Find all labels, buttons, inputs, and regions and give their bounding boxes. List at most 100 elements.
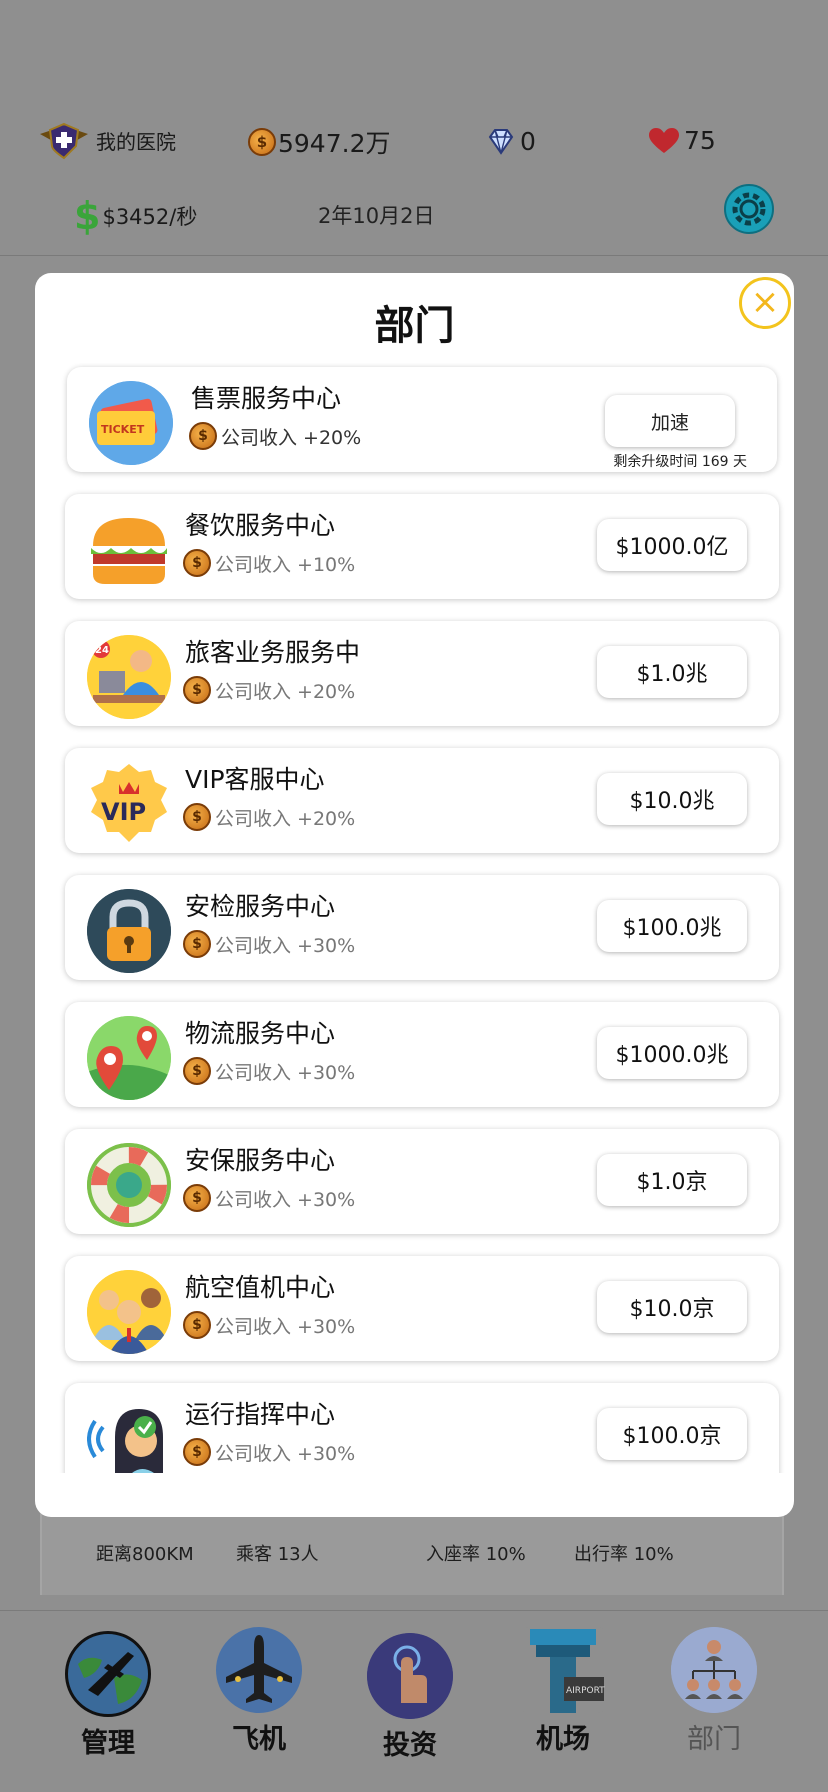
- diamond-icon: [488, 129, 514, 155]
- department-income-text: 公司收入 +30%: [215, 934, 356, 957]
- coin-icon: $: [183, 1311, 211, 1339]
- settings-button[interactable]: [724, 184, 774, 234]
- nav-airplane[interactable]: 飞机: [199, 1627, 319, 1756]
- department-income: $ 公司收入 +20%: [189, 422, 361, 450]
- department-list[interactable]: TICKET 售票服务中心 $ 公司收入 +20% 加速 剩余升级时间 169 …: [35, 363, 794, 1473]
- department-income: $ 公司收入 +10%: [183, 549, 355, 577]
- income-rate-text: $3452/秒: [102, 205, 198, 229]
- customer-service-icon: 24: [87, 635, 171, 719]
- nav-invest[interactable]: 投资: [350, 1633, 470, 1762]
- heart-amount: 75: [684, 126, 716, 155]
- coin-icon: $: [189, 422, 217, 450]
- department-card-passenger: 24 旅客业务服务中 $ 公司收入 +20% $1.0兆: [65, 621, 779, 726]
- department-card-guard: 安保服务中心 $ 公司收入 +30% $1.0京: [65, 1129, 779, 1234]
- speed-up-button[interactable]: 加速: [605, 395, 735, 447]
- padlock-icon: [87, 889, 171, 973]
- org-chart-icon: [671, 1627, 757, 1713]
- route-travel-rate: 出行率 10%: [574, 1544, 674, 1565]
- control-tower-icon: AIRPORT: [520, 1627, 606, 1713]
- map-pin-icon: [87, 1016, 171, 1100]
- vip-badge-icon: VIP: [87, 762, 171, 846]
- purchase-price-button[interactable]: $10.0兆: [597, 773, 747, 825]
- nav-airport[interactable]: AIRPORT 机场: [503, 1627, 623, 1756]
- airplane-icon: [216, 1627, 302, 1713]
- game-date: 2年10月2日: [318, 200, 434, 230]
- purchase-price-button[interactable]: $1.0京: [597, 1154, 747, 1206]
- nav-departments[interactable]: 部门: [654, 1627, 774, 1756]
- upgrade-remaining-time: 剩余升级时间 169 天: [613, 454, 747, 470]
- nav-management[interactable]: 管理: [48, 1631, 168, 1760]
- coin-icon: $: [183, 1184, 211, 1212]
- department-income-text: 公司收入 +30%: [215, 1061, 356, 1084]
- coin-icon: $: [183, 1057, 211, 1085]
- diamond-amount: 0: [520, 126, 536, 156]
- coin-icon: $: [183, 930, 211, 958]
- nav-label: 投资: [383, 1730, 437, 1761]
- close-icon[interactable]: ×: [739, 277, 791, 329]
- department-card-checkin: 航空值机中心 $ 公司收入 +30% $10.0京: [65, 1256, 779, 1361]
- department-income: $ 公司收入 +30%: [183, 1057, 355, 1085]
- nav-label: 部门: [687, 1724, 741, 1755]
- purchase-price-button[interactable]: $100.0兆: [597, 900, 747, 952]
- game-date-text: 2年10月2日: [318, 204, 435, 228]
- operator-headset-icon: [87, 1397, 171, 1473]
- hospital-shield-icon: [40, 122, 88, 160]
- purchase-price-button[interactable]: $100.0京: [597, 1408, 747, 1460]
- route-occupancy: 入座率 10%: [426, 1544, 526, 1565]
- coin-icon: $: [183, 549, 211, 577]
- department-card-logistics: 物流服务中心 $ 公司收入 +30% $1000.0兆: [65, 1002, 779, 1107]
- department-name: 旅客业务服务中: [185, 638, 361, 667]
- route-distance: 距离800KM: [96, 1544, 194, 1565]
- purchase-price-button[interactable]: $1000.0亿: [597, 519, 747, 571]
- top-status-bar: 我的医院 $ 5947.2万 0 75 $ $3452/秒 2年10月2日: [0, 0, 828, 256]
- department-income: $ 公司收入 +30%: [183, 930, 355, 958]
- bottom-navigation: 管理 飞机 投资 AIRPORT 机场 部门: [0, 1610, 828, 1792]
- department-name: 售票服务中心: [191, 384, 342, 413]
- department-name: 安保服务中心: [185, 1146, 336, 1175]
- department-income: $ 公司收入 +20%: [183, 803, 355, 831]
- department-card-security-check: 安检服务中心 $ 公司收入 +30% $100.0兆: [65, 875, 779, 980]
- coin-icon: $: [183, 676, 211, 704]
- department-income: $ 公司收入 +30%: [183, 1311, 355, 1339]
- svg-text:24: 24: [95, 645, 109, 656]
- hospital-label: 我的医院: [96, 129, 176, 154]
- hospital-badge[interactable]: 我的医院: [38, 120, 176, 160]
- department-card-vip: VIP VIP客服中心 $ 公司收入 +20% $10.0兆: [65, 748, 779, 853]
- modal-title: 部门: [374, 303, 455, 349]
- department-card-food: 餐饮服务中心 $ 公司收入 +10% $1000.0亿: [65, 494, 779, 599]
- department-name: 餐饮服务中心: [185, 511, 336, 540]
- department-income-text: 公司收入 +20%: [215, 680, 356, 703]
- diamond-balance: 0: [486, 126, 536, 156]
- staff-group-icon: [87, 1270, 171, 1354]
- department-income: $ 公司收入 +30%: [183, 1438, 355, 1466]
- gear-icon: [724, 184, 774, 234]
- nav-label: 飞机: [232, 1724, 286, 1755]
- department-name: VIP客服中心: [185, 765, 325, 794]
- coin-balance: $ 5947.2万: [248, 124, 390, 160]
- finger-tap-icon: [367, 1633, 453, 1719]
- coin-icon: $: [248, 128, 276, 156]
- dollar-icon: $: [74, 194, 101, 238]
- purchase-price-button[interactable]: $1.0兆: [597, 646, 747, 698]
- department-name: 运行指挥中心: [185, 1400, 336, 1429]
- lifebuoy-icon: [87, 1143, 171, 1227]
- nav-label: 机场: [536, 1724, 590, 1755]
- department-income: $ 公司收入 +30%: [183, 1184, 355, 1212]
- purchase-price-button[interactable]: $1000.0兆: [597, 1027, 747, 1079]
- heart-icon: [649, 127, 679, 153]
- coin-icon: $: [183, 803, 211, 831]
- department-name: 物流服务中心: [185, 1019, 336, 1048]
- department-card-ticket: TICKET 售票服务中心 $ 公司收入 +20% 加速 剩余升级时间 169 …: [67, 367, 777, 472]
- svg-text:TICKET: TICKET: [101, 423, 145, 436]
- heart-balance: 75: [648, 126, 716, 155]
- department-income-text: 公司收入 +30%: [215, 1315, 356, 1338]
- department-income-text: 公司收入 +30%: [215, 1442, 356, 1465]
- globe-plane-icon: [65, 1631, 151, 1717]
- route-passengers: 乘客 13人: [236, 1544, 319, 1565]
- svg-text:VIP: VIP: [101, 798, 146, 826]
- departments-modal: 部门 × TICKET 售票服务中心 $ 公司收入 +20% 加速 剩余升级时间…: [35, 273, 794, 1517]
- purchase-price-button[interactable]: $10.0京: [597, 1281, 747, 1333]
- burger-icon: [87, 508, 171, 592]
- coin-amount: 5947.2万: [278, 129, 391, 158]
- income-rate: $ $3452/秒: [74, 194, 197, 238]
